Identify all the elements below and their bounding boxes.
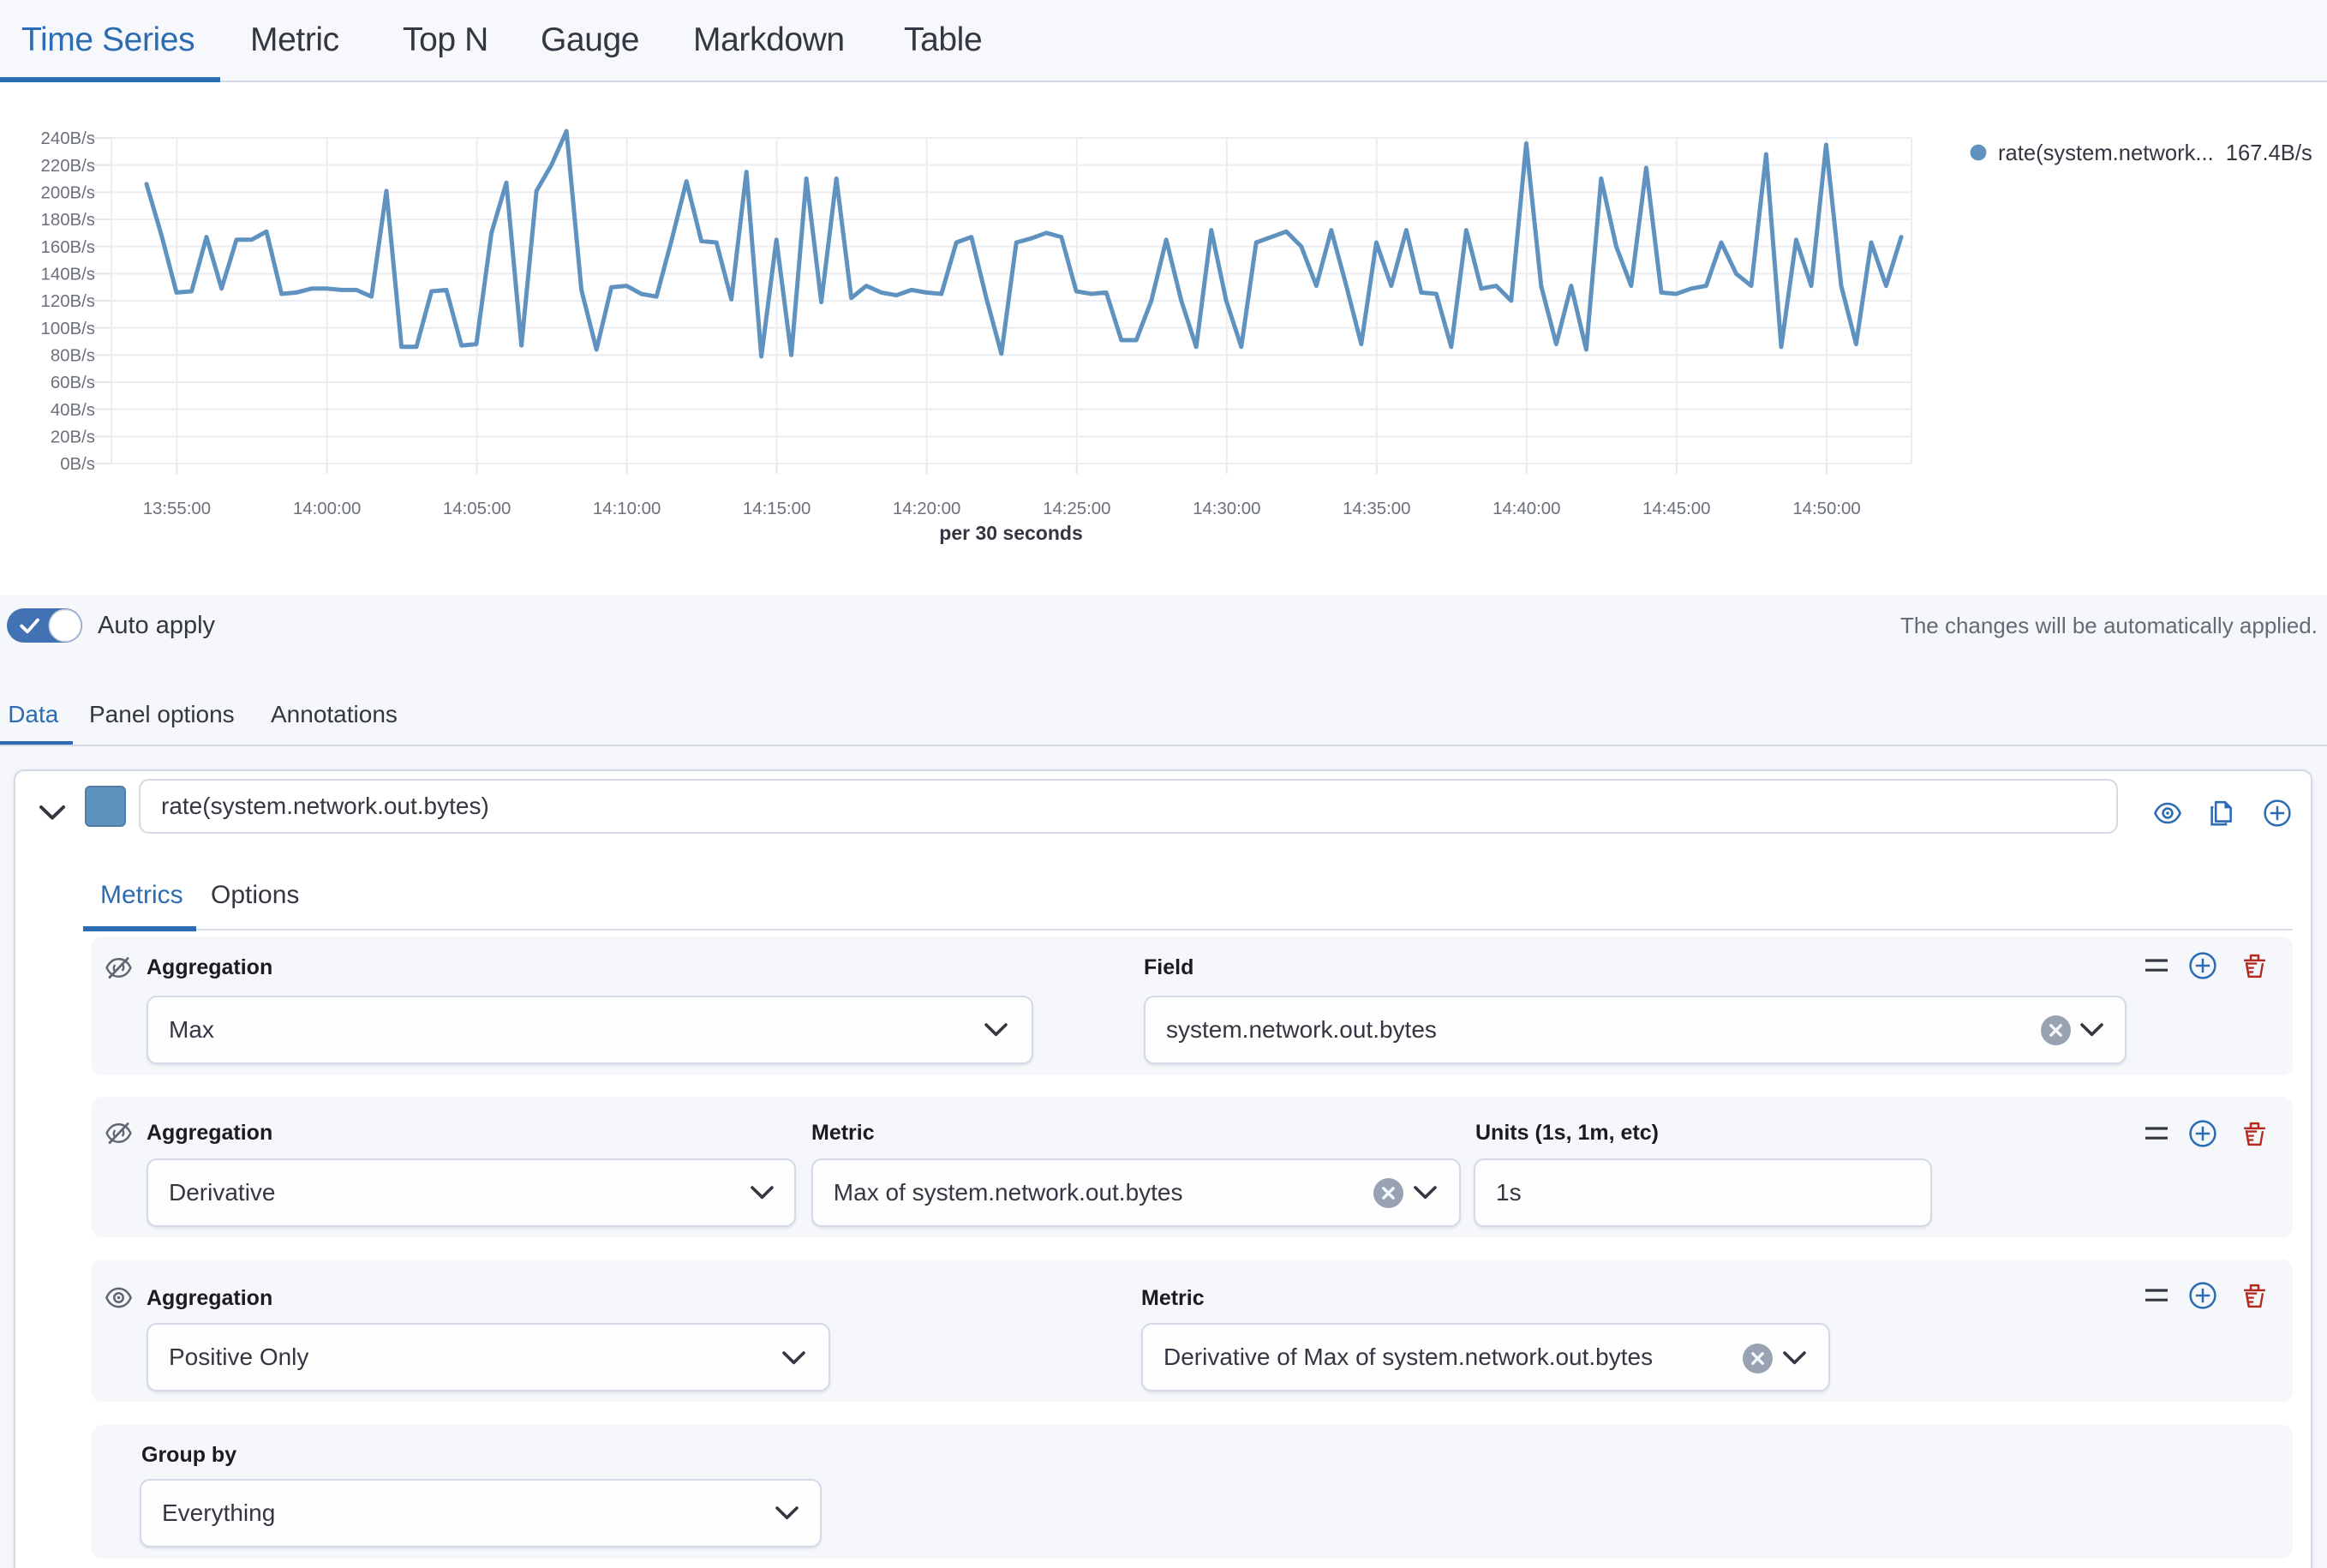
- svg-text:0B/s: 0B/s: [60, 455, 95, 474]
- svg-text:14:15:00: 14:15:00: [743, 500, 811, 518]
- svg-text:14:25:00: 14:25:00: [1043, 500, 1110, 518]
- svg-text:14:00:00: 14:00:00: [293, 500, 361, 518]
- svg-text:60B/s: 60B/s: [51, 374, 95, 392]
- svg-text:14:05:00: 14:05:00: [443, 500, 511, 518]
- svg-text:14:10:00: 14:10:00: [593, 500, 661, 518]
- svg-text:13:55:00: 13:55:00: [143, 500, 211, 518]
- svg-text:180B/s: 180B/s: [41, 211, 95, 230]
- svg-text:per 30 seconds: per 30 seconds: [939, 522, 1082, 544]
- svg-text:100B/s: 100B/s: [41, 320, 95, 338]
- svg-text:14:45:00: 14:45:00: [1642, 500, 1710, 518]
- svg-text:160B/s: 160B/s: [41, 238, 95, 257]
- svg-text:200B/s: 200B/s: [41, 184, 95, 203]
- svg-text:80B/s: 80B/s: [51, 347, 95, 366]
- svg-text:14:40:00: 14:40:00: [1493, 500, 1560, 518]
- svg-text:14:20:00: 14:20:00: [893, 500, 960, 518]
- svg-text:20B/s: 20B/s: [51, 428, 95, 447]
- svg-text:240B/s: 240B/s: [41, 129, 95, 148]
- svg-text:140B/s: 140B/s: [41, 266, 95, 284]
- svg-text:14:35:00: 14:35:00: [1343, 500, 1410, 518]
- svg-text:220B/s: 220B/s: [41, 157, 95, 176]
- svg-text:14:50:00: 14:50:00: [1792, 500, 1860, 518]
- svg-text:rate(system.network...167.4B/s: rate(system.network...167.4B/s: [1998, 141, 2312, 165]
- svg-text:120B/s: 120B/s: [41, 292, 95, 311]
- svg-text:40B/s: 40B/s: [51, 401, 95, 420]
- svg-text:14:30:00: 14:30:00: [1193, 500, 1260, 518]
